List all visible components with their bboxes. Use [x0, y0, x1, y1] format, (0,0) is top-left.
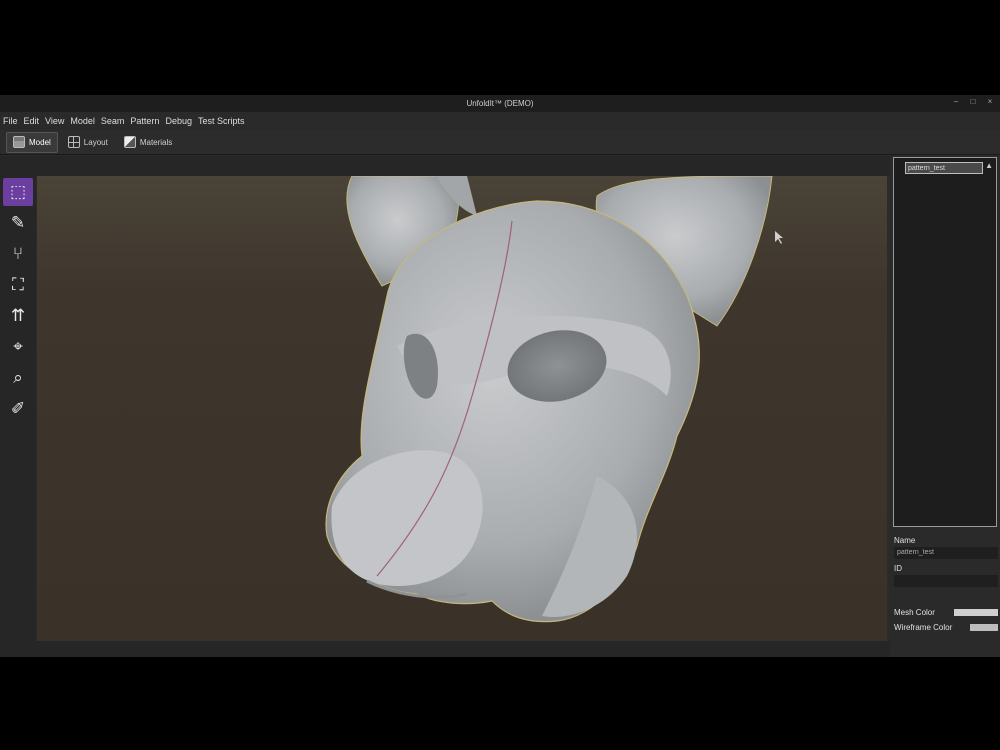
transform-tool[interactable]: ⌖: [3, 333, 33, 361]
zoom-icon: ⌕: [13, 368, 23, 387]
maximize-button[interactable]: □: [969, 98, 977, 106]
select-tool[interactable]: ⬚: [3, 178, 33, 206]
right-panel: pattern_test ▲ Name pattern_test ID Mesh…: [890, 156, 1000, 657]
title-bar: UnfoldIt™ (DEMO) – □ ×: [0, 95, 1000, 112]
mesh-color-swatch[interactable]: [954, 609, 998, 616]
edit-icon: ✐: [10, 399, 26, 418]
letterbox-top: [0, 0, 1000, 95]
outliner-item[interactable]: pattern_test: [905, 162, 983, 174]
materials-icon: [123, 136, 136, 148]
menu-bar: File Edit View Model Seam Pattern Debug …: [0, 112, 1000, 130]
cube-icon: [13, 136, 25, 148]
scene-outliner[interactable]: pattern_test ▲: [893, 157, 997, 527]
name-label: Name: [894, 536, 916, 545]
zoom-tool[interactable]: ⌕: [3, 364, 33, 392]
close-button[interactable]: ×: [986, 98, 994, 106]
mesh-render: [325, 176, 783, 623]
tab-layout[interactable]: Layout: [62, 133, 114, 152]
seam-tool[interactable]: ⑂: [3, 240, 33, 268]
wireframe-color-swatch[interactable]: [970, 624, 998, 631]
tab-layout-label: Layout: [83, 137, 108, 147]
name-field[interactable]: pattern_test: [894, 547, 998, 559]
mesh-color-row: Mesh Color: [894, 606, 998, 619]
status-strip: [0, 641, 890, 657]
menu-edit[interactable]: Edit: [24, 116, 40, 126]
mode-tabs: Model Layout Materials: [0, 130, 1000, 155]
edit-tool[interactable]: ✐: [3, 395, 33, 423]
menu-view[interactable]: View: [45, 116, 64, 126]
menu-file[interactable]: File: [3, 116, 18, 126]
tab-materials[interactable]: Materials: [118, 133, 178, 152]
tab-model[interactable]: Model: [6, 131, 58, 153]
seam-icon: ⑂: [12, 244, 24, 263]
wireframe-color-row: Wireframe Color: [894, 621, 998, 634]
brush-icon: ✎: [10, 213, 26, 232]
brush-tool[interactable]: ✎: [3, 209, 33, 237]
mouse-cursor: [775, 231, 783, 244]
minimize-button[interactable]: –: [952, 98, 960, 106]
menu-pattern[interactable]: Pattern: [130, 116, 159, 126]
menu-seam[interactable]: Seam: [101, 116, 125, 126]
menu-test-scripts[interactable]: Test Scripts: [198, 116, 245, 126]
grid-icon: [67, 136, 80, 148]
scroll-up-icon[interactable]: ▲: [985, 161, 993, 170]
wireframe-color-label: Wireframe Color: [894, 623, 953, 632]
tab-materials-label: Materials: [139, 137, 173, 147]
move-up-icon: ⇈: [10, 306, 26, 325]
window-controls: – □ ×: [952, 98, 994, 106]
3d-viewport[interactable]: [37, 176, 887, 641]
app-window: UnfoldIt™ (DEMO) – □ × File Edit View Mo…: [0, 95, 1000, 657]
window-title: UnfoldIt™ (DEMO): [466, 99, 534, 108]
menu-model[interactable]: Model: [70, 116, 95, 126]
paint-bucket-tool[interactable]: ⛶: [3, 271, 33, 299]
properties-panel: Name pattern_test ID Mesh Color Wirefram…: [894, 534, 998, 634]
move-up-tool[interactable]: ⇈: [3, 302, 33, 330]
menu-debug[interactable]: Debug: [165, 116, 192, 126]
paint-bucket-icon: ⛶: [12, 275, 24, 294]
transform-icon: ⌖: [13, 337, 23, 356]
tool-palette: ⬚ ✎ ⑂ ⛶ ⇈ ⌖ ⌕ ✐: [0, 176, 36, 641]
select-icon: ⬚: [9, 182, 27, 201]
id-label: ID: [894, 564, 902, 573]
mesh-color-label: Mesh Color: [894, 608, 935, 617]
viewport-header-strip: [0, 156, 890, 176]
letterbox-bottom: [0, 657, 1000, 750]
tab-model-label: Model: [29, 137, 51, 147]
id-field[interactable]: [894, 575, 998, 587]
